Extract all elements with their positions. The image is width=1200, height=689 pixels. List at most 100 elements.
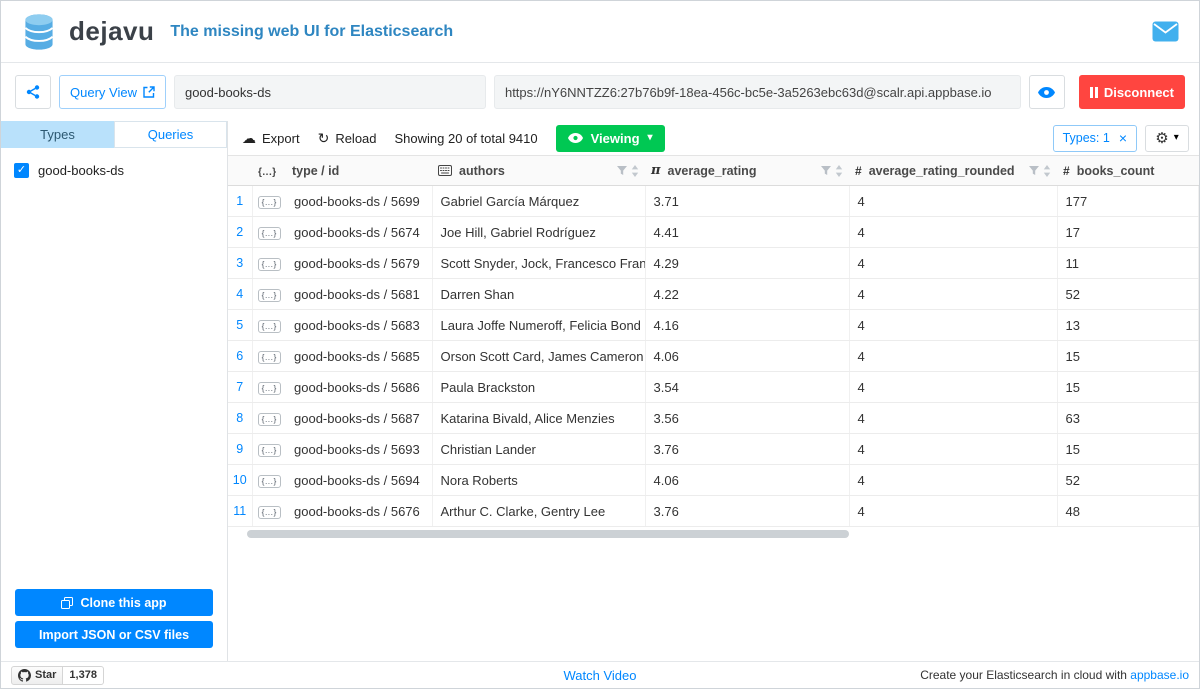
- cell-average-rating[interactable]: 3.76: [645, 496, 849, 527]
- cell-authors[interactable]: Katarina Bivald, Alice Menzies: [432, 403, 645, 434]
- sort-icon[interactable]: [631, 165, 639, 177]
- disconnect-button[interactable]: Disconnect: [1079, 75, 1185, 109]
- row-number[interactable]: 1: [228, 186, 252, 217]
- sort-icon[interactable]: [835, 165, 843, 177]
- scrollbar-thumb[interactable]: [247, 530, 849, 538]
- expand-json-button[interactable]: {...}: [258, 382, 281, 396]
- query-view-button[interactable]: Query View: [59, 75, 166, 109]
- filter-icon[interactable]: [617, 166, 627, 176]
- cell-type-id[interactable]: good-books-ds / 5683: [286, 310, 432, 341]
- cell-type-id[interactable]: good-books-ds / 5687: [286, 403, 432, 434]
- cell-books-count[interactable]: 52: [1057, 465, 1199, 496]
- github-star-widget[interactable]: Star 1,378: [11, 666, 104, 685]
- cell-authors[interactable]: Paula Brackston: [432, 372, 645, 403]
- connection-url-input[interactable]: [494, 75, 1021, 109]
- cell-authors[interactable]: Darren Shan: [432, 279, 645, 310]
- cell-type-id[interactable]: good-books-ds / 5685: [286, 341, 432, 372]
- cell-average-rating[interactable]: 4.16: [645, 310, 849, 341]
- viewing-mode-dropdown[interactable]: Viewing ▾: [556, 125, 665, 152]
- reload-button[interactable]: ↻ Reload: [318, 131, 377, 146]
- cell-average-rating[interactable]: 4.29: [645, 248, 849, 279]
- share-button[interactable]: [15, 75, 51, 109]
- settings-dropdown[interactable]: ⚙ ▾: [1145, 125, 1189, 152]
- column-header-authors[interactable]: authors: [432, 156, 645, 186]
- close-icon[interactable]: ×: [1119, 131, 1127, 145]
- cell-books-count[interactable]: 48: [1057, 496, 1199, 527]
- row-number[interactable]: 3: [228, 248, 252, 279]
- expand-json-button[interactable]: {...}: [258, 475, 281, 489]
- filter-icon[interactable]: [1029, 166, 1039, 176]
- cell-average-rating[interactable]: 4.06: [645, 341, 849, 372]
- cell-authors[interactable]: Joe Hill, Gabriel Rodríguez: [432, 217, 645, 248]
- column-header-average-rating[interactable]: π average_rating: [645, 156, 849, 186]
- cell-average-rating[interactable]: 4.06: [645, 465, 849, 496]
- row-number[interactable]: 9: [228, 434, 252, 465]
- toggle-url-visibility-button[interactable]: [1029, 75, 1065, 109]
- type-list-item[interactable]: ✓ good-books-ds: [1, 148, 227, 193]
- type-checkbox[interactable]: ✓: [14, 163, 29, 178]
- cell-books-count[interactable]: 52: [1057, 279, 1199, 310]
- row-number[interactable]: 6: [228, 341, 252, 372]
- tab-types[interactable]: Types: [1, 121, 114, 148]
- cell-books-count[interactable]: 13: [1057, 310, 1199, 341]
- cell-average-rating-rounded[interactable]: 4: [849, 186, 1057, 217]
- cell-authors[interactable]: Christian Lander: [432, 434, 645, 465]
- column-header-type-id[interactable]: type / id: [286, 156, 432, 186]
- expand-json-button[interactable]: {...}: [258, 289, 281, 303]
- clone-app-button[interactable]: Clone this app: [15, 589, 213, 616]
- tab-queries[interactable]: Queries: [114, 121, 227, 148]
- cell-books-count[interactable]: 11: [1057, 248, 1199, 279]
- export-button[interactable]: ☁ Export: [242, 131, 300, 146]
- expand-json-button[interactable]: {...}: [258, 506, 281, 520]
- expand-json-button[interactable]: {...}: [258, 227, 281, 241]
- cell-average-rating-rounded[interactable]: 4: [849, 496, 1057, 527]
- cell-authors[interactable]: Laura Joffe Numeroff, Felicia Bond: [432, 310, 645, 341]
- cell-authors[interactable]: Nora Roberts: [432, 465, 645, 496]
- filter-icon[interactable]: [821, 166, 831, 176]
- star-count[interactable]: 1,378: [63, 666, 104, 685]
- cell-authors[interactable]: Arthur C. Clarke, Gentry Lee: [432, 496, 645, 527]
- horizontal-scrollbar[interactable]: [228, 529, 1199, 539]
- cell-average-rating[interactable]: 3.71: [645, 186, 849, 217]
- cell-authors[interactable]: Gabriel García Márquez: [432, 186, 645, 217]
- cell-type-id[interactable]: good-books-ds / 5693: [286, 434, 432, 465]
- cell-average-rating-rounded[interactable]: 4: [849, 310, 1057, 341]
- cell-average-rating[interactable]: 3.54: [645, 372, 849, 403]
- expand-json-button[interactable]: {...}: [258, 444, 281, 458]
- row-number[interactable]: 2: [228, 217, 252, 248]
- row-number[interactable]: 5: [228, 310, 252, 341]
- cell-type-id[interactable]: good-books-ds / 5674: [286, 217, 432, 248]
- row-number[interactable]: 8: [228, 403, 252, 434]
- cell-average-rating-rounded[interactable]: 4: [849, 403, 1057, 434]
- cell-average-rating[interactable]: 4.41: [645, 217, 849, 248]
- expand-json-button[interactable]: {...}: [258, 258, 281, 272]
- cell-books-count[interactable]: 15: [1057, 434, 1199, 465]
- row-number[interactable]: 10: [228, 465, 252, 496]
- row-number[interactable]: 7: [228, 372, 252, 403]
- types-filter-chip[interactable]: Types: 1 ×: [1053, 125, 1137, 152]
- cell-average-rating[interactable]: 3.56: [645, 403, 849, 434]
- cell-books-count[interactable]: 63: [1057, 403, 1199, 434]
- column-header-average-rating-rounded[interactable]: # average_rating_rounded: [849, 156, 1057, 186]
- column-header-books-count[interactable]: # books_count: [1057, 156, 1199, 186]
- cell-average-rating-rounded[interactable]: 4: [849, 248, 1057, 279]
- cell-average-rating-rounded[interactable]: 4: [849, 465, 1057, 496]
- appbase-link[interactable]: appbase.io: [1130, 668, 1189, 682]
- cell-average-rating[interactable]: 4.22: [645, 279, 849, 310]
- cell-type-id[interactable]: good-books-ds / 5686: [286, 372, 432, 403]
- github-star-button[interactable]: Star: [11, 666, 63, 685]
- expand-json-button[interactable]: {...}: [258, 196, 281, 210]
- cell-books-count[interactable]: 177: [1057, 186, 1199, 217]
- cell-average-rating[interactable]: 3.76: [645, 434, 849, 465]
- row-number[interactable]: 4: [228, 279, 252, 310]
- app-name-input[interactable]: [174, 75, 486, 109]
- cell-type-id[interactable]: good-books-ds / 5679: [286, 248, 432, 279]
- cell-type-id[interactable]: good-books-ds / 5676: [286, 496, 432, 527]
- expand-json-button[interactable]: {...}: [258, 320, 281, 334]
- cell-authors[interactable]: Orson Scott Card, James Cameron: [432, 341, 645, 372]
- cell-average-rating-rounded[interactable]: 4: [849, 279, 1057, 310]
- row-number[interactable]: 11: [228, 496, 252, 527]
- cell-type-id[interactable]: good-books-ds / 5699: [286, 186, 432, 217]
- cell-average-rating-rounded[interactable]: 4: [849, 341, 1057, 372]
- cell-books-count[interactable]: 17: [1057, 217, 1199, 248]
